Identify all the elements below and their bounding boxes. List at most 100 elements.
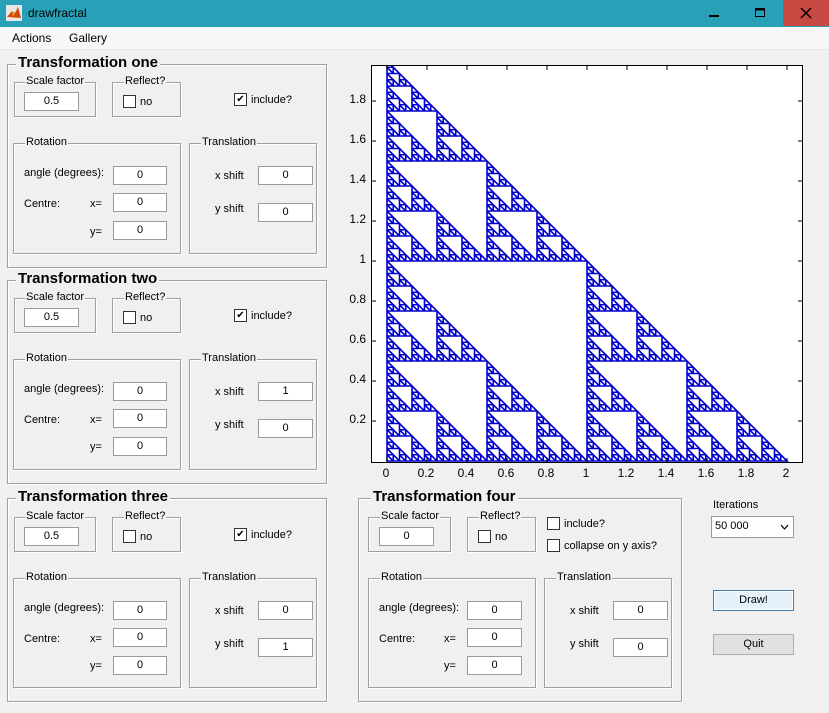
- fractal-points: [386, 59, 789, 462]
- y-tick-label: 1.8: [349, 92, 366, 106]
- centre-x-input[interactable]: 0: [467, 628, 522, 647]
- scale-factor-input[interactable]: 0: [379, 527, 434, 546]
- scale-factor-input[interactable]: 0.5: [24, 308, 79, 327]
- rotation-label: Rotation: [25, 136, 68, 148]
- centre-y-input[interactable]: 0: [113, 221, 167, 240]
- scale-factor-label: Scale factor: [25, 510, 86, 522]
- centre-x-input[interactable]: 0: [113, 628, 167, 647]
- reflect-option-label: no: [140, 531, 153, 543]
- x-shift-label: x shift: [215, 170, 244, 182]
- y-tick-label: 0.4: [349, 372, 366, 386]
- x-tick-label: 1: [582, 466, 590, 480]
- panel-title: Transformation one: [16, 54, 161, 71]
- centre-x-label: x=: [90, 633, 102, 645]
- centre-label: Centre:: [24, 633, 61, 645]
- translation-group: [544, 578, 672, 688]
- minimize-button[interactable]: [691, 0, 737, 26]
- translation-group: [189, 359, 317, 470]
- iterations-select[interactable]: 50 000: [711, 516, 794, 538]
- centre-x-input[interactable]: 0: [113, 193, 167, 212]
- y-shift-input[interactable]: 0: [258, 203, 313, 222]
- x-tick-label: 1.8: [737, 466, 755, 480]
- translation-group: [189, 143, 317, 254]
- y-shift-input[interactable]: 0: [258, 419, 313, 438]
- scale-factor-label: Scale factor: [25, 75, 86, 87]
- include-checkbox[interactable]: ✔: [234, 309, 247, 322]
- scale-factor-label: Scale factor: [25, 291, 86, 303]
- reflect-label: Reflect?: [124, 75, 167, 87]
- include-checkbox[interactable]: ✔: [234, 93, 247, 106]
- collapse-label: collapse on y axis?: [564, 540, 657, 552]
- centre-label: Centre:: [379, 633, 416, 645]
- y-tick-label: 0.2: [349, 412, 366, 426]
- y-shift-input[interactable]: 1: [258, 638, 313, 657]
- window-title: drawfractal: [28, 6, 87, 20]
- plot-canvas: [372, 59, 802, 462]
- angle-input[interactable]: 0: [113, 601, 167, 620]
- panel-title: Transformation three: [16, 488, 171, 505]
- centre-y-input[interactable]: 0: [467, 656, 522, 675]
- centre-x-label: x=: [444, 633, 456, 645]
- maximize-button[interactable]: [737, 0, 783, 26]
- x-tick-label: 0: [382, 466, 390, 480]
- x-tick-label: 0.6: [497, 466, 515, 480]
- angle-label: angle (degrees):: [24, 167, 105, 179]
- y-tick-label: 1: [359, 252, 366, 266]
- menu-actions[interactable]: Actions: [6, 30, 57, 46]
- scale-factor-label: Scale factor: [380, 510, 441, 522]
- y-shift-label: y shift: [215, 419, 244, 431]
- menu-bar: [0, 27, 829, 50]
- centre-x-input[interactable]: 0: [113, 409, 167, 428]
- y-tick-label: 0.6: [349, 332, 366, 346]
- centre-label: Centre:: [24, 414, 61, 426]
- x-tick-label: 2: [782, 466, 790, 480]
- include-label: include?: [251, 94, 292, 106]
- close-button[interactable]: [783, 0, 829, 26]
- x-tick-label: 0.2: [417, 466, 435, 480]
- rotation-label: Rotation: [25, 352, 68, 364]
- x-shift-input[interactable]: 0: [258, 166, 313, 185]
- fractal-plot: [371, 59, 803, 463]
- centre-y-input[interactable]: 0: [113, 437, 167, 456]
- x-tick-label: 1.4: [657, 466, 675, 480]
- reflect-checkbox[interactable]: [478, 530, 491, 543]
- angle-input[interactable]: 0: [113, 166, 167, 185]
- draw-button[interactable]: Draw!: [713, 590, 794, 611]
- y-tick-label: 1.6: [349, 132, 366, 146]
- include-label: include?: [564, 518, 605, 530]
- reflect-option-label: no: [140, 96, 153, 108]
- panel-title: Transformation two: [16, 270, 160, 287]
- reflect-label: Reflect?: [124, 291, 167, 303]
- angle-input[interactable]: 0: [113, 382, 167, 401]
- collapse-checkbox[interactable]: [547, 539, 560, 552]
- centre-y-label: y=: [444, 660, 456, 672]
- angle-label: angle (degrees):: [24, 602, 105, 614]
- x-shift-input[interactable]: 0: [258, 601, 313, 620]
- scale-factor-input[interactable]: 0.5: [24, 92, 79, 111]
- quit-button[interactable]: Quit: [713, 634, 794, 655]
- y-tick-label: 1.4: [349, 172, 366, 186]
- include-checkbox[interactable]: ✔: [234, 528, 247, 541]
- rotation-label: Rotation: [380, 571, 423, 583]
- iterations-label: Iterations: [713, 499, 759, 511]
- y-tick-label: 1.2: [349, 212, 366, 226]
- reflect-checkbox[interactable]: [123, 95, 136, 108]
- centre-y-input[interactable]: 0: [113, 656, 167, 675]
- x-shift-input[interactable]: 1: [258, 382, 313, 401]
- chevron-down-icon: [780, 524, 789, 530]
- reflect-checkbox[interactable]: [123, 530, 136, 543]
- centre-y-label: y=: [90, 226, 102, 238]
- include-checkbox[interactable]: [547, 517, 560, 530]
- centre-y-label: y=: [90, 441, 102, 453]
- x-shift-input[interactable]: 0: [613, 601, 668, 620]
- reflect-checkbox[interactable]: [123, 311, 136, 324]
- centre-y-label: y=: [90, 660, 102, 672]
- iterations-value: 50 000: [715, 520, 749, 532]
- menu-gallery[interactable]: Gallery: [63, 30, 113, 46]
- translation-label: Translation: [201, 136, 258, 148]
- panel-title: Transformation four: [371, 488, 518, 505]
- angle-input[interactable]: 0: [467, 601, 522, 620]
- reflect-option-label: no: [140, 312, 153, 324]
- y-shift-input[interactable]: 0: [613, 638, 668, 657]
- scale-factor-input[interactable]: 0.5: [24, 527, 79, 546]
